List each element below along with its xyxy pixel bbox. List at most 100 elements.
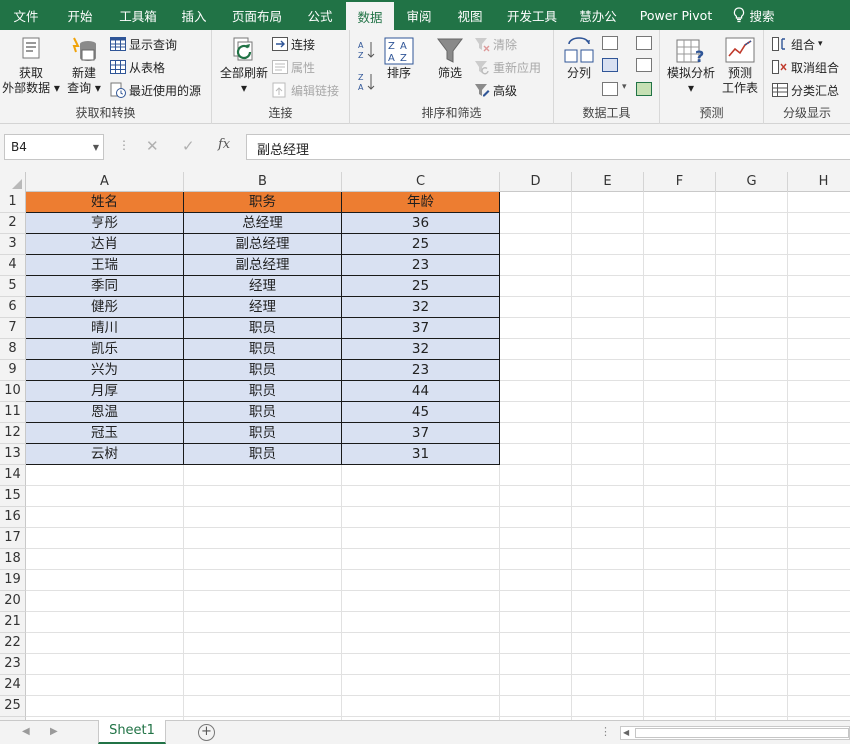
sort-button[interactable]: ZAAZ 排序 <box>382 36 416 81</box>
table-cell[interactable]: 23 <box>342 255 500 276</box>
table-cell[interactable]: 职员 <box>184 360 342 381</box>
tab-review[interactable]: 审阅 <box>394 0 444 30</box>
row-header-25[interactable]: 25 <box>0 696 26 717</box>
row-header-20[interactable]: 20 <box>0 591 26 612</box>
table-cell[interactable]: 冠玉 <box>26 423 184 444</box>
row-header-7[interactable]: 7 <box>0 318 26 339</box>
table-cell[interactable]: 亨彤 <box>26 213 184 234</box>
table-header-cell[interactable]: 年龄 <box>342 192 500 213</box>
tab-split-handle-icon[interactable]: ⋮ <box>600 725 611 738</box>
sheet-tab-sheet1[interactable]: Sheet1 <box>98 720 166 744</box>
row-header-15[interactable]: 15 <box>0 486 26 507</box>
column-header-h[interactable]: H <box>788 172 850 192</box>
table-header-cell[interactable]: 姓名 <box>26 192 184 213</box>
connections-button[interactable]: 连接 <box>272 34 315 54</box>
filter-button[interactable]: 筛选 <box>430 36 470 81</box>
forecast-sheet-button[interactable]: 预测 工作表 <box>720 36 760 96</box>
row-header-4[interactable]: 4 <box>0 255 26 276</box>
tab-insert[interactable]: 插入 <box>168 0 220 30</box>
clear-filter-button[interactable]: 清除 <box>474 34 517 54</box>
table-cell[interactable]: 44 <box>342 381 500 402</box>
table-cell[interactable]: 职员 <box>184 444 342 465</box>
row-header-12[interactable]: 12 <box>0 423 26 444</box>
table-cell[interactable]: 职员 <box>184 402 342 423</box>
tab-toolbox[interactable]: 工具箱 <box>108 0 168 30</box>
table-cell[interactable]: 31 <box>342 444 500 465</box>
column-header-f[interactable]: F <box>644 172 716 192</box>
table-cell[interactable]: 晴川 <box>26 318 184 339</box>
data-model-icon[interactable] <box>636 82 652 96</box>
reapply-button[interactable]: 重新应用 <box>474 57 541 77</box>
tab-data[interactable]: 数据 <box>346 2 394 30</box>
row-header-2[interactable]: 2 <box>0 213 26 234</box>
tab-view[interactable]: 视图 <box>444 0 496 30</box>
row-header-14[interactable]: 14 <box>0 465 26 486</box>
tab-page-layout[interactable]: 页面布局 <box>220 0 294 30</box>
table-cell[interactable]: 王瑞 <box>26 255 184 276</box>
tab-home[interactable]: 开始 <box>52 0 108 30</box>
column-header-c[interactable]: C <box>342 172 500 192</box>
data-validation-dropdown[interactable]: ▾ <box>622 82 627 92</box>
row-header-6[interactable]: 6 <box>0 297 26 318</box>
table-cell[interactable]: 凯乐 <box>26 339 184 360</box>
row-header-19[interactable]: 19 <box>0 570 26 591</box>
horizontal-scrollbar[interactable]: ◀ <box>620 726 850 740</box>
text-to-columns-button[interactable]: 分列 <box>560 36 598 81</box>
show-queries-button[interactable]: 显示查询 <box>110 34 177 54</box>
subtotal-button[interactable]: 分类汇总 <box>772 80 839 100</box>
get-external-data-button[interactable]: 获取 外部数据 ▾ <box>2 36 60 96</box>
table-cell[interactable]: 经理 <box>184 297 342 318</box>
advanced-filter-button[interactable]: 高级 <box>474 80 517 100</box>
table-cell[interactable]: 36 <box>342 213 500 234</box>
add-sheet-button[interactable]: + <box>198 724 215 741</box>
table-cell[interactable]: 月厚 <box>26 381 184 402</box>
table-cell[interactable]: 总经理 <box>184 213 342 234</box>
table-cell[interactable]: 职员 <box>184 318 342 339</box>
formula-input[interactable]: 副总经理 <box>246 134 850 160</box>
refresh-all-button[interactable]: 全部刷新 ▾ <box>216 36 272 96</box>
row-header-5[interactable]: 5 <box>0 276 26 297</box>
table-cell[interactable]: 32 <box>342 297 500 318</box>
ungroup-button[interactable]: 取消组合 <box>772 57 839 77</box>
column-header-a[interactable]: A <box>26 172 184 192</box>
row-header-11[interactable]: 11 <box>0 402 26 423</box>
table-cell[interactable]: 季同 <box>26 276 184 297</box>
table-cell[interactable]: 职员 <box>184 423 342 444</box>
row-header-3[interactable]: 3 <box>0 234 26 255</box>
table-cell[interactable]: 45 <box>342 402 500 423</box>
tab-power-pivot[interactable]: Power Pivot <box>628 0 724 30</box>
column-header-g[interactable]: G <box>716 172 788 192</box>
worksheet-grid[interactable]: ABCDEFGH 姓名 职务 年龄 亨彤 总经理 36 达肖 副总经理 25 王瑞 副总经理 23 季同… <box>0 172 850 720</box>
table-header-cell[interactable]: 职务 <box>184 192 342 213</box>
row-header-17[interactable]: 17 <box>0 528 26 549</box>
table-cell[interactable]: 37 <box>342 423 500 444</box>
row-header-13[interactable]: 13 <box>0 444 26 465</box>
table-cell[interactable]: 25 <box>342 276 500 297</box>
column-header-d[interactable]: D <box>500 172 572 192</box>
row-header-23[interactable]: 23 <box>0 654 26 675</box>
row-header-16[interactable]: 16 <box>0 507 26 528</box>
row-header-24[interactable]: 24 <box>0 675 26 696</box>
table-cell[interactable]: 健彤 <box>26 297 184 318</box>
tell-me-search[interactable]: 搜索 <box>724 0 784 30</box>
tab-file[interactable]: 文件 <box>0 0 52 30</box>
name-box-dropdown-icon[interactable]: ▼ <box>93 143 99 152</box>
table-cell[interactable]: 37 <box>342 318 500 339</box>
properties-button[interactable]: 属性 <box>272 57 315 77</box>
select-all-corner[interactable] <box>0 172 26 192</box>
group-button[interactable]: 组合 ▾ <box>772 34 823 54</box>
table-cell[interactable]: 兴为 <box>26 360 184 381</box>
relationships-icon[interactable] <box>636 58 652 72</box>
insert-function-button[interactable]: fx <box>218 137 230 152</box>
remove-duplicates-icon[interactable] <box>602 58 618 72</box>
table-cell[interactable]: 副总经理 <box>184 234 342 255</box>
row-header-21[interactable]: 21 <box>0 612 26 633</box>
row-header-22[interactable]: 22 <box>0 633 26 654</box>
table-cell[interactable]: 职员 <box>184 339 342 360</box>
scrollbar-left-arrow-icon[interactable]: ◀ <box>623 728 629 737</box>
row-header-8[interactable]: 8 <box>0 339 26 360</box>
table-cell[interactable]: 云树 <box>26 444 184 465</box>
new-query-button[interactable]: 新建 查询 ▾ <box>64 36 104 96</box>
scrollbar-thumb[interactable] <box>635 728 849 738</box>
table-cell[interactable]: 职员 <box>184 381 342 402</box>
